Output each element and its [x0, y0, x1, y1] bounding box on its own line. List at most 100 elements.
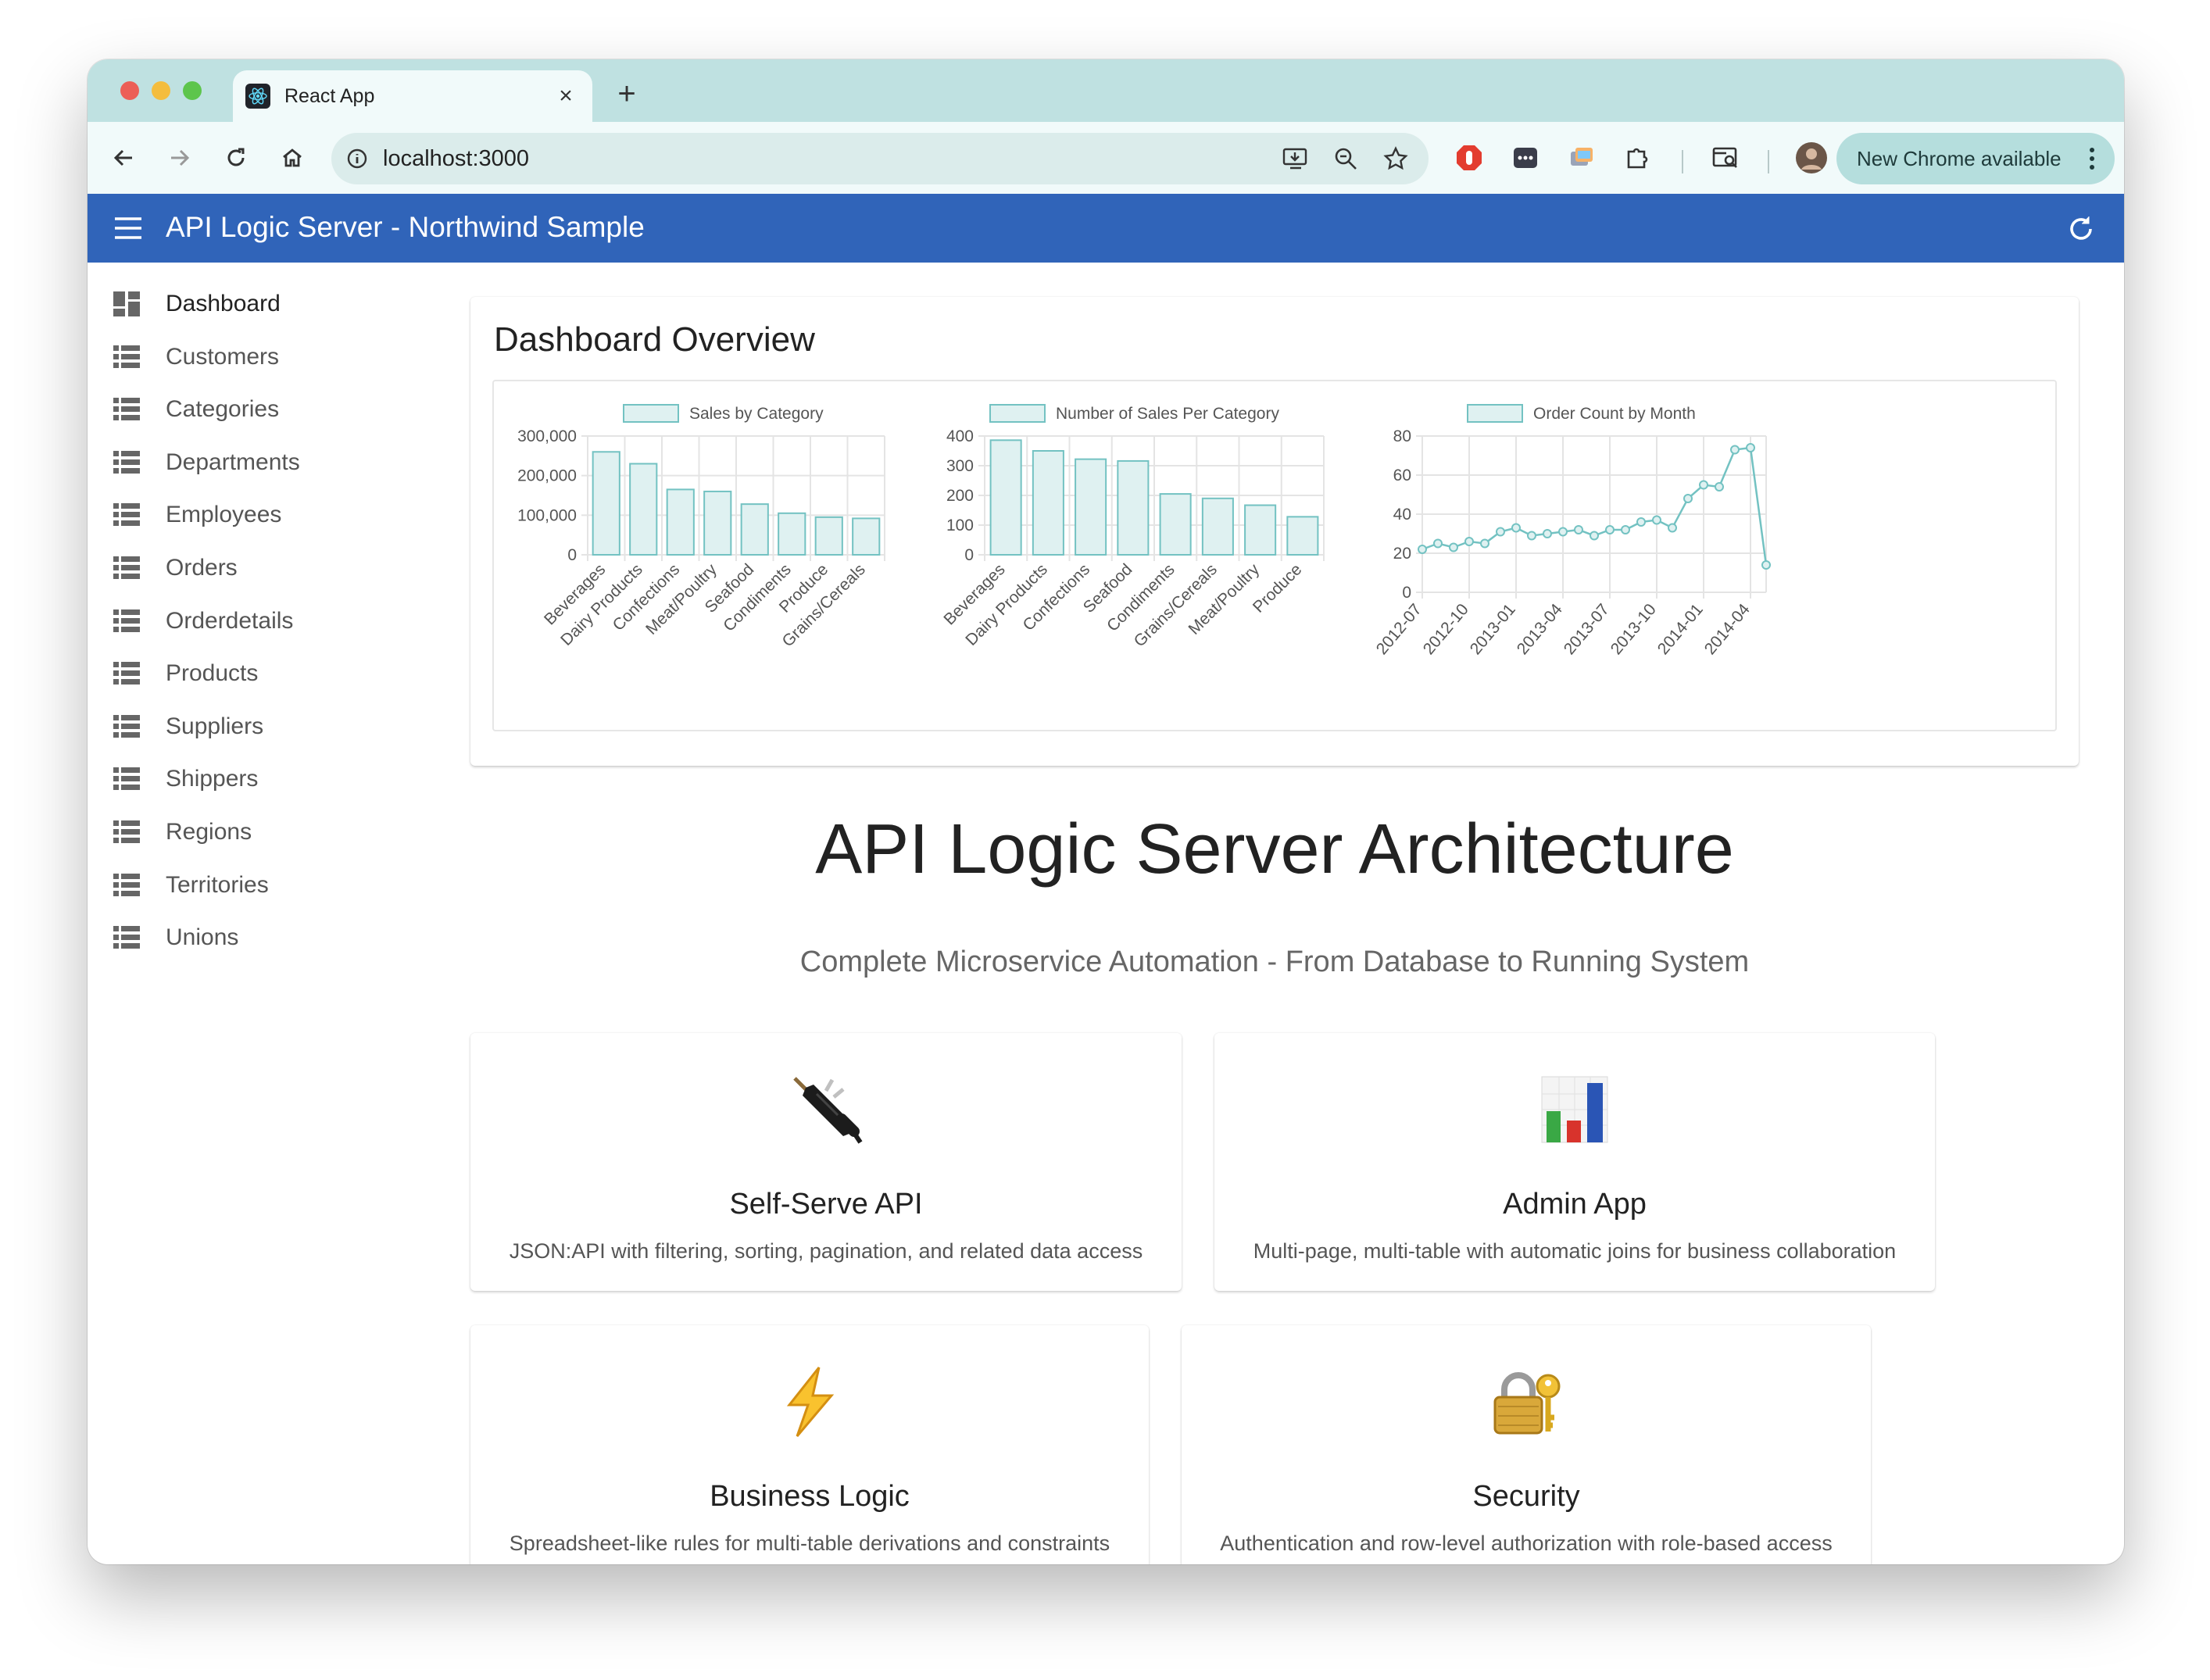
- data-point: [1590, 531, 1599, 541]
- sidebar-item-categories[interactable]: Categories: [88, 384, 455, 435]
- toolbar-separator: [1768, 150, 1769, 173]
- data-point: [1683, 494, 1693, 503]
- app-title: API Logic Server - Northwind Sample: [166, 211, 645, 243]
- sidebar-item-label: Departments: [166, 449, 300, 475]
- data-point: [1496, 527, 1505, 537]
- list-icon: [113, 820, 140, 843]
- sidebar-item-employees[interactable]: Employees: [88, 489, 455, 541]
- sidebar-item-dashboard[interactable]: Dashboard: [88, 278, 455, 330]
- hamburger-menu-icon[interactable]: [113, 214, 144, 242]
- sidebar-item-departments[interactable]: Departments: [88, 437, 455, 488]
- app-bar: API Logic Server - Northwind Sample: [88, 194, 2124, 263]
- bar: [1117, 459, 1150, 556]
- y-tick-label: 40: [1393, 506, 1411, 524]
- home-icon: [283, 148, 302, 167]
- reload-button[interactable]: [219, 141, 253, 175]
- sidebar: Dashboard Customers Categories Departments E…: [88, 263, 455, 1564]
- sidebar-item-products[interactable]: Products: [88, 648, 455, 699]
- sidebar-item-orderdetails[interactable]: Orderdetails: [88, 595, 455, 647]
- data-point: [1558, 527, 1568, 537]
- x-tick-label: 2013-04: [1514, 600, 1566, 658]
- zoom-icon[interactable]: [1327, 140, 1364, 177]
- list-icon: [113, 556, 140, 579]
- feature-title: Self-Serve API: [729, 1188, 923, 1221]
- sidebar-item-suppliers[interactable]: Suppliers: [88, 701, 455, 752]
- bar: [814, 516, 843, 556]
- y-tick-label: 20: [1393, 545, 1411, 563]
- tab-search-icon[interactable]: [1707, 139, 1744, 177]
- bar: [703, 490, 732, 556]
- y-tick-label: 0: [1402, 584, 1411, 602]
- bar: [1032, 450, 1064, 556]
- reload-icon: [227, 148, 245, 166]
- screenshot-extension-icon[interactable]: [1563, 139, 1600, 177]
- list-icon: [113, 609, 140, 632]
- password-extension-icon[interactable]: [1507, 139, 1544, 177]
- y-tick-label: 100: [946, 517, 974, 534]
- y-tick-label: 300,000: [517, 427, 577, 445]
- data-point: [1543, 529, 1552, 538]
- new-tab-button[interactable]: +: [610, 77, 644, 112]
- bar: [1159, 493, 1192, 556]
- legend-swatch: [989, 404, 1046, 423]
- y-tick-label: 80: [1393, 427, 1411, 445]
- sidebar-item-label: Products: [166, 660, 259, 687]
- list-icon: [113, 503, 140, 527]
- forward-button[interactable]: [163, 141, 197, 175]
- tab-close-icon[interactable]: ×: [552, 83, 580, 109]
- y-tick-label: 200,000: [517, 467, 577, 485]
- data-point: [1715, 482, 1724, 491]
- sidebar-item-shippers[interactable]: Shippers: [88, 753, 455, 805]
- data-point: [1652, 515, 1661, 525]
- legend-swatch: [1467, 404, 1523, 423]
- sidebar-item-regions[interactable]: Regions: [88, 806, 455, 858]
- bar-chart-icon: [1541, 1076, 1608, 1143]
- sidebar-item-label: Orderdetails: [166, 607, 294, 634]
- browser-tab[interactable]: React App ×: [233, 70, 592, 122]
- sidebar-item-label: Unions: [166, 924, 239, 951]
- sidebar-item-territories[interactable]: Territories: [88, 860, 455, 911]
- sidebar-item-customers[interactable]: Customers: [88, 331, 455, 383]
- minimize-window-button[interactable]: [152, 81, 170, 100]
- url-text[interactable]: localhost:3000: [383, 146, 1264, 172]
- x-tick-label: 2013-07: [1561, 600, 1613, 658]
- x-tick-label: 2013-10: [1607, 600, 1660, 658]
- legend-swatch: [623, 404, 679, 423]
- feature-description: Authentication and row-level authorizati…: [1220, 1532, 1833, 1555]
- dashboard-title: Dashboard Overview: [494, 320, 815, 359]
- refresh-icon[interactable]: [2066, 214, 2096, 244]
- close-window-button[interactable]: [120, 81, 139, 100]
- charts-container: Sales by Category 0 100,000 200,000 300,000 B…: [492, 380, 2057, 731]
- bar: [1286, 516, 1319, 556]
- new-chrome-available-button[interactable]: New Chrome available: [1836, 133, 2115, 184]
- bookmark-star-icon[interactable]: [1377, 140, 1414, 177]
- list-icon: [113, 450, 140, 474]
- sidebar-item-label: Shippers: [166, 766, 259, 792]
- extensions-puzzle-icon[interactable]: [1619, 139, 1657, 177]
- data-point: [1621, 525, 1630, 534]
- adblock-extension-icon[interactable]: [1450, 139, 1488, 177]
- data-point: [1464, 537, 1474, 546]
- sidebar-item-label: Dashboard: [166, 291, 281, 316]
- zoom-window-button[interactable]: [183, 81, 202, 100]
- x-tick-label: 2014-01: [1654, 600, 1707, 658]
- back-button[interactable]: [106, 141, 141, 175]
- feature-title: Business Logic: [710, 1480, 910, 1513]
- site-info-icon[interactable]: [345, 147, 369, 170]
- data-point: [1574, 525, 1583, 534]
- sidebar-item-orders[interactable]: Orders: [88, 542, 455, 594]
- install-app-icon[interactable]: [1277, 140, 1314, 177]
- address-bar[interactable]: localhost:3000: [331, 133, 1429, 184]
- architecture-title: API Logic Server Architecture: [815, 810, 1734, 888]
- more-options-icon[interactable]: [2088, 145, 2096, 172]
- list-icon: [113, 345, 140, 368]
- home-button[interactable]: [275, 141, 309, 175]
- legend-label: Order Count by Month: [1533, 405, 1696, 423]
- browser-window: React App × + localhost:3000 New Chrome …: [88, 59, 2124, 1564]
- sidebar-item-unions[interactable]: Unions: [88, 912, 455, 963]
- sidebar-item-label: Suppliers: [166, 713, 264, 739]
- sidebar-item-label: Customers: [166, 343, 280, 370]
- plug-icon: [793, 1077, 863, 1144]
- profile-avatar[interactable]: [1793, 139, 1830, 177]
- sidebar-item-label: Orders: [166, 555, 238, 581]
